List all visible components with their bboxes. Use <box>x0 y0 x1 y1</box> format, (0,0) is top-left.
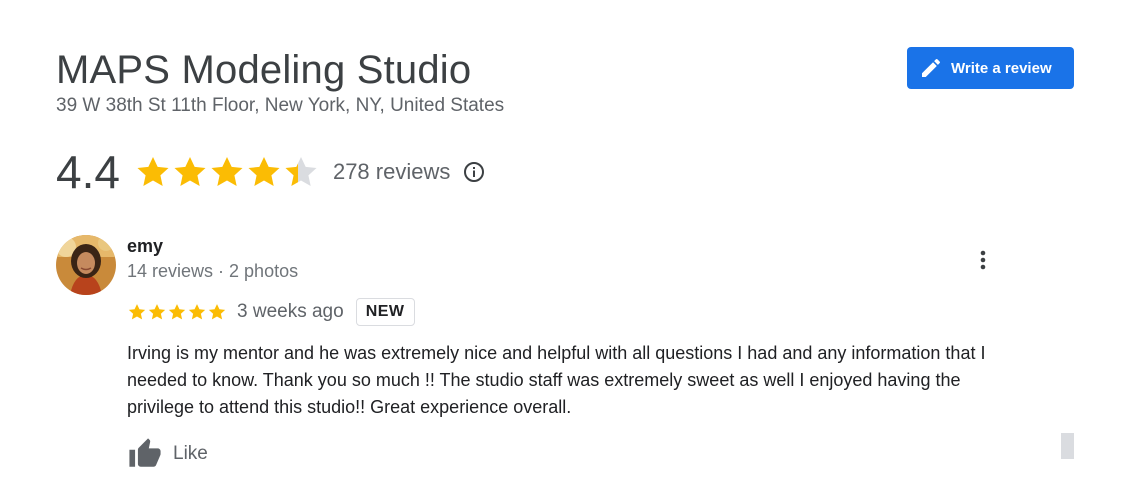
place-title: MAPS Modeling Studio <box>56 48 472 92</box>
review-star-icon <box>188 304 206 320</box>
reviewer-meta: 14 reviews · 2 photos <box>127 261 299 281</box>
average-star-icon <box>137 156 169 187</box>
review-stars <box>127 302 227 322</box>
reviewer-name[interactable]: emy <box>127 236 163 257</box>
more-vert-icon <box>980 250 986 270</box>
review-date: 3 weeks ago <box>237 301 344 322</box>
scrollbar-thumb[interactable] <box>1061 433 1074 459</box>
like-label: Like <box>173 443 208 464</box>
average-star-icon <box>211 156 243 187</box>
review-star-icon <box>128 304 146 320</box>
info-icon[interactable] <box>462 160 486 184</box>
average-star-icon <box>248 156 280 187</box>
rating-summary: 4.4 278 reviews <box>56 140 486 204</box>
review-rating-row: 3 weeks ago NEW <box>127 296 415 328</box>
reviewer-avatar[interactable] <box>56 235 116 295</box>
write-review-button[interactable]: Write a review <box>907 47 1074 89</box>
more-options-button[interactable] <box>970 246 996 274</box>
average-star-icon <box>285 156 317 187</box>
review-star-icon <box>208 304 226 320</box>
average-rating-stars <box>134 153 319 191</box>
review-star-icon <box>168 304 186 320</box>
pencil-icon <box>919 56 943 80</box>
reviews-count[interactable]: 278 reviews <box>333 159 450 185</box>
like-button[interactable]: Like <box>127 436 208 472</box>
review-star-icon <box>148 304 166 320</box>
average-rating: 4.4 <box>56 146 120 198</box>
thumbs-up-icon <box>127 437 163 471</box>
new-badge: NEW <box>355 298 415 326</box>
review-text: Irving is my mentor and he was extremely… <box>127 343 986 417</box>
place-address: 39 W 38th St 11th Floor, New York, NY, U… <box>56 95 505 116</box>
write-review-label: Write a review <box>951 59 1052 77</box>
average-star-icon <box>174 156 206 187</box>
